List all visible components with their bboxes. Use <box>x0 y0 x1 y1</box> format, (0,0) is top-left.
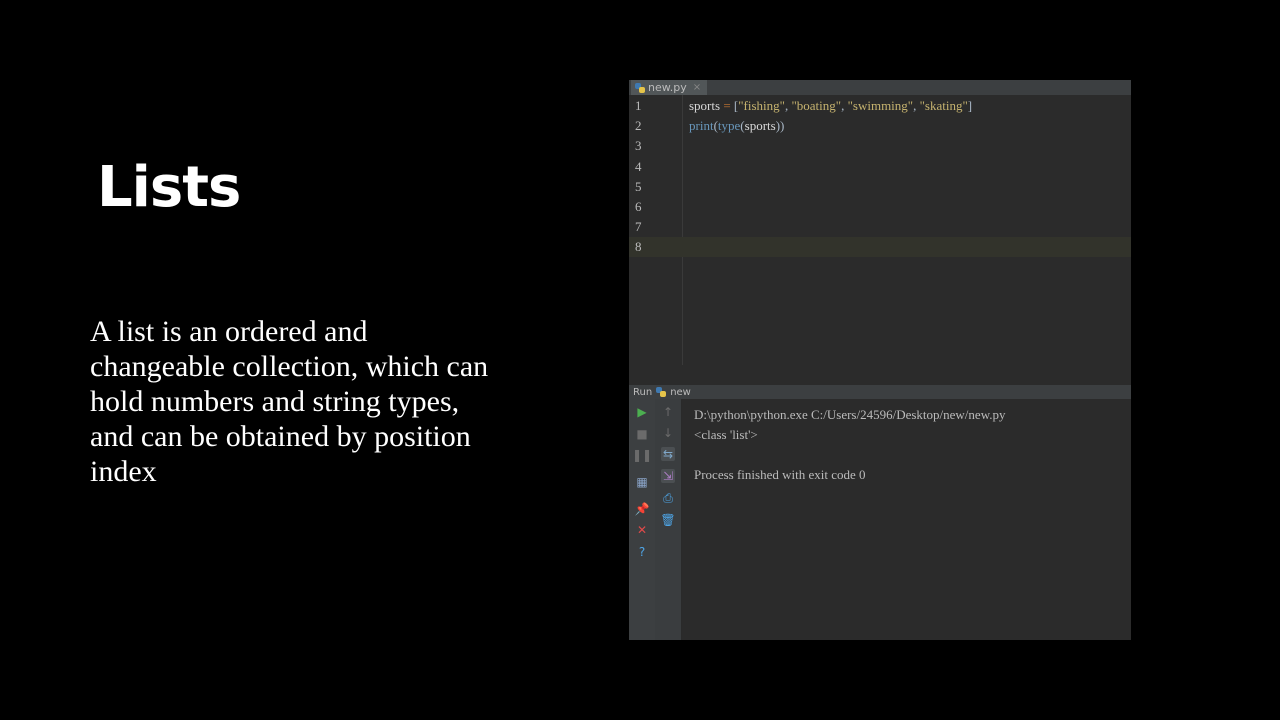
code-line[interactable]: 6 <box>629 197 1131 217</box>
code-token: sports <box>689 98 721 113</box>
python-run-config-icon <box>656 387 667 397</box>
code-token: type <box>717 118 741 134</box>
console-line: D:\python\python.exe C:/Users/24596/Desk… <box>694 407 1006 422</box>
code-line[interactable]: 5 <box>629 177 1131 197</box>
code-token: ] <box>967 98 973 113</box>
line-number: 6 <box>635 199 642 214</box>
slide-body-text: A list is an ordered and changeable coll… <box>90 315 489 488</box>
pin-icon[interactable]: 📌 <box>635 502 650 516</box>
stop-icon[interactable]: ■ <box>635 427 649 441</box>
clear-icon[interactable]: 🗑 <box>660 513 675 527</box>
tab-new-py[interactable]: new.py × <box>631 80 708 95</box>
console-line: <class 'list'> <box>694 427 758 442</box>
code-line[interactable]: 4 <box>629 157 1131 177</box>
run-icon[interactable]: ▶ <box>635 405 649 419</box>
run-toolbar-right: ↑ ↓ ⇆ ⇲ ⎙ 🗑 <box>655 399 682 640</box>
scroll-to-end-icon[interactable]: ⇲ <box>661 469 675 483</box>
slide-title: Lists <box>97 155 241 220</box>
editor-tab-bar: new.py × <box>629 80 1131 95</box>
console-line: Process finished with exit code 0 <box>694 467 866 482</box>
code-text: print(type(sports)) <box>689 118 784 134</box>
up-arrow-icon[interactable]: ↑ <box>661 405 675 419</box>
python-file-icon <box>635 82 645 93</box>
pause-icon[interactable]: ❚❚ <box>632 448 652 462</box>
line-number: 5 <box>635 178 642 194</box>
line-number: 2 <box>635 118 642 134</box>
code-line[interactable]: 7 <box>629 217 1131 237</box>
code-token: "boating" <box>791 98 842 113</box>
layout-icon[interactable]: ▦ <box>635 475 649 489</box>
code-line[interactable]: 1 sports = ["fishing", "boating", "swimmi… <box>629 96 1131 116</box>
code-line[interactable]: 2 print(type(sports)) <box>629 116 1131 136</box>
code-token: = <box>720 98 734 113</box>
print-icon[interactable]: ⎙ <box>661 491 675 505</box>
tab-close-icon[interactable]: × <box>693 82 701 93</box>
code-editor[interactable]: 1 sports = ["fishing", "boating", "swimmi… <box>629 95 1131 385</box>
ide-window: new.py × 1 sports = ["fishing", "boating"… <box>629 80 1131 640</box>
down-arrow-icon[interactable]: ↓ <box>661 426 675 440</box>
code-line[interactable]: 8 <box>629 237 1131 258</box>
tab-label: new.py <box>648 81 687 94</box>
run-panel: ▶ ■ ❚❚ ▦ 📌 ✕? ↑ ↓ ⇆ ⇲ ⎙ 🗑 D:\python\python.exe C:/… <box>629 399 1131 640</box>
run-config-name[interactable]: new <box>670 387 691 398</box>
code-text: sports = ["fishing", "boating", "swimmin… <box>689 98 972 114</box>
line-number: 8 <box>635 239 642 255</box>
line-number: 1 <box>635 98 642 113</box>
console-output[interactable]: D:\python\python.exe C:/Users/24596/Desk… <box>694 405 1006 485</box>
code-token: "swimming" <box>847 98 914 113</box>
line-number: 4 <box>635 158 642 174</box>
code-line[interactable]: 3 <box>629 136 1131 156</box>
code-token: "skating" <box>919 98 968 113</box>
code-token: "fishing" <box>738 98 785 113</box>
code-token: sports <box>744 118 776 134</box>
help-icon[interactable]: ? <box>635 545 649 559</box>
line-number: 3 <box>635 138 642 154</box>
line-number: 7 <box>635 219 642 235</box>
code-token: )) <box>775 118 785 134</box>
code-token: print <box>689 118 714 134</box>
run-label: Run <box>633 386 653 398</box>
close-icon[interactable]: ✕ <box>635 523 649 537</box>
run-toolbar-left: ▶ ■ ❚❚ ▦ 📌 ✕? <box>629 399 655 640</box>
soft-wrap-icon[interactable]: ⇆ <box>661 447 675 461</box>
run-tool-window-header: Run new <box>629 385 1131 399</box>
